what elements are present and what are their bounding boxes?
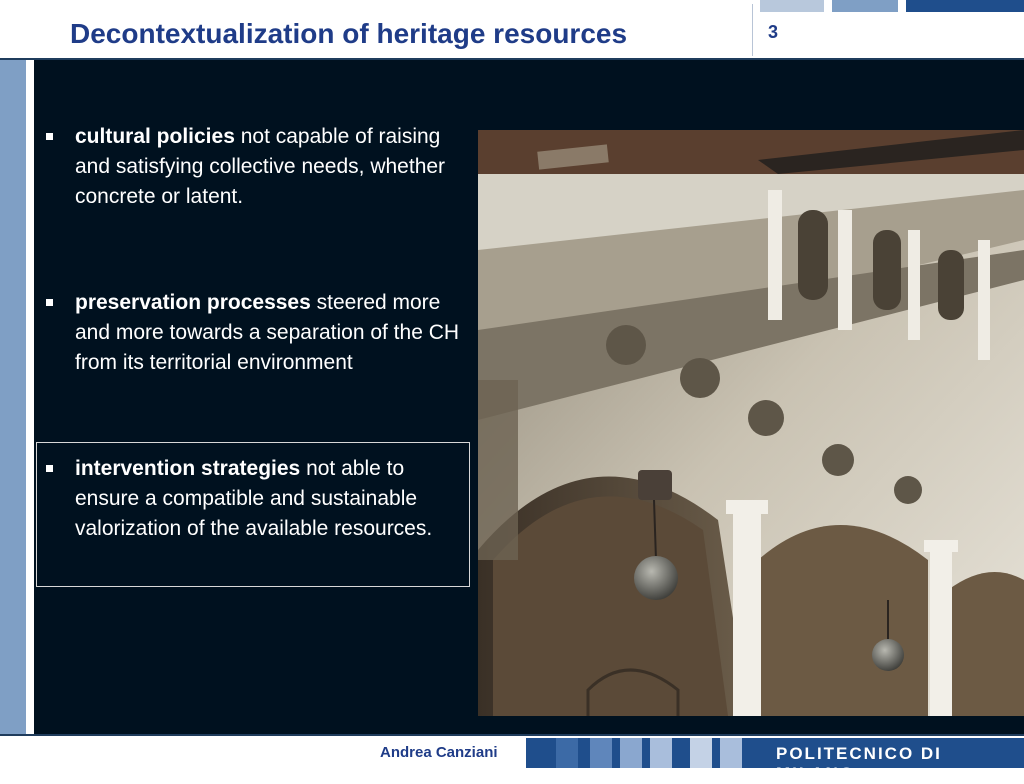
bullet-term: intervention strategies [75,457,301,480]
footer-decoration-square [556,738,578,768]
bullet-text: cultural policies not capable of raising… [75,122,465,212]
institution-logo-text: POLITECNICO DI MILANO [776,744,942,783]
bullet-term: cultural policies [75,125,235,148]
slide-title: Decontextualization of heritage resource… [70,18,628,49]
slide-header: Decontextualization of heritage resource… [0,0,1024,60]
slide-number: 3 [768,22,779,42]
header-decoration-light [760,0,824,12]
content-panel: cultural policies not capable of raising… [34,60,1024,734]
square-bullet-icon [46,133,53,140]
bullet-text: preservation processes steered more and … [75,288,465,378]
footer-rule [0,734,1024,736]
bullet-term: preservation processes [75,291,311,314]
footer-decoration-square [590,738,612,768]
square-bullet-icon [46,465,53,472]
bullet-text: intervention strategies not able to ensu… [75,454,465,544]
header-decoration-dark [906,0,1024,12]
left-accent-stripe [0,60,26,734]
footer-decoration-square [620,738,642,768]
header-decoration-mid [832,0,898,12]
footer-author: Andrea Canziani [380,744,498,761]
title-divider [752,4,753,56]
footer-decoration-square [720,738,742,768]
square-bullet-icon [46,299,53,306]
building-facade-photo [478,130,1024,716]
footer-decoration-square [650,738,672,768]
footer-decoration-square [690,738,712,768]
stripe-gap [26,60,34,734]
